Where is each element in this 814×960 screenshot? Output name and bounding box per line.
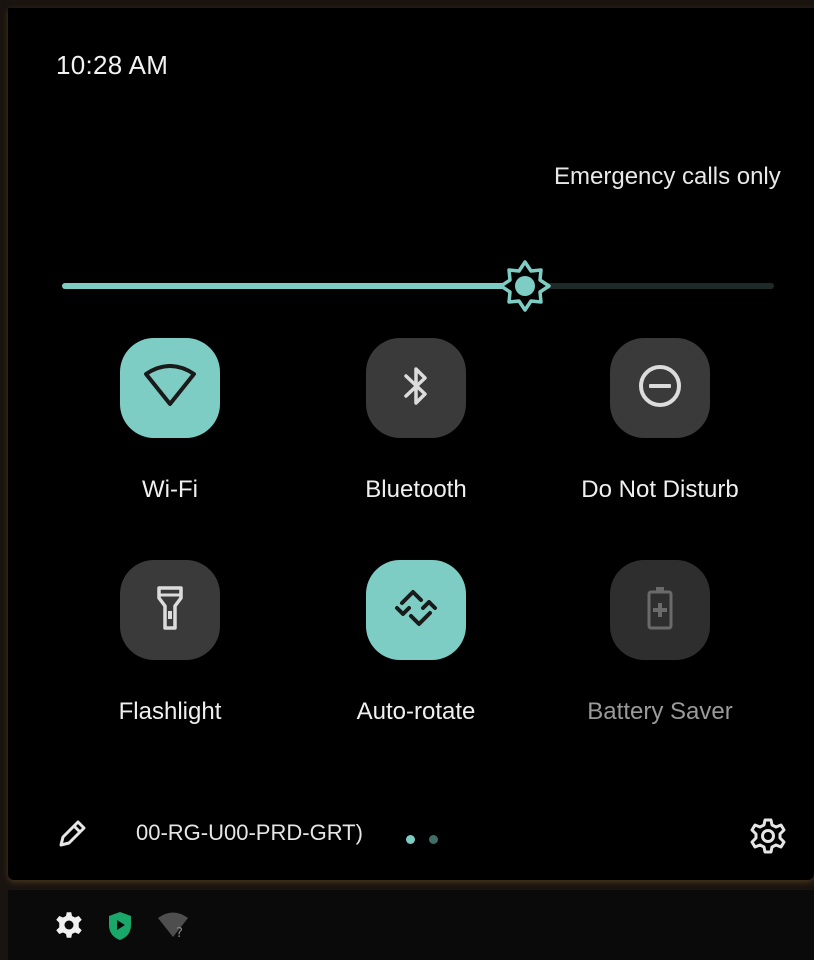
wifi-icon	[142, 363, 198, 413]
bluetooth-icon	[401, 362, 431, 415]
page-dot	[429, 835, 439, 844]
auto-rotate-toggle[interactable]	[366, 560, 466, 660]
settings-icon[interactable]	[748, 816, 788, 856]
shield-play-icon	[106, 910, 134, 947]
page-indicator	[406, 831, 448, 849]
flashlight-toggle[interactable]	[120, 560, 220, 660]
flashlight-icon	[154, 584, 186, 637]
brightness-slider[interactable]	[62, 258, 774, 314]
tile-label: Wi-Fi	[142, 476, 198, 503]
tile-bluetooth[interactable]: Bluetooth	[306, 338, 526, 504]
tile-label: Bluetooth	[365, 476, 467, 503]
tile-auto-rotate[interactable]: Auto-rotate	[306, 560, 526, 726]
carrier-status-text: Emergency calls only	[554, 163, 781, 190]
quick-settings-panel: 10:28 AM Emergency calls only Wi-Fi Blue…	[8, 8, 814, 880]
tile-label: Do Not Disturb	[581, 476, 739, 503]
svg-text:?: ?	[176, 926, 183, 940]
do-not-disturb-icon	[636, 362, 684, 415]
wifi-toggle[interactable]	[120, 338, 220, 438]
battery-saver-icon	[646, 584, 674, 637]
do-not-disturb-toggle[interactable]	[610, 338, 710, 438]
tile-label: Flashlight	[118, 698, 222, 725]
wifi-unknown-icon: ?	[156, 910, 190, 945]
battery-saver-toggle[interactable]	[610, 560, 710, 660]
tile-flashlight[interactable]: Flashlight	[60, 560, 280, 726]
tile-do-not-disturb[interactable]: Do Not Disturb	[550, 338, 770, 504]
tile-wifi[interactable]: Wi-Fi	[60, 338, 280, 504]
tile-label: Auto-rotate	[356, 698, 476, 725]
brightness-icon[interactable]	[497, 258, 553, 314]
status-bar: ?	[8, 890, 814, 960]
tile-battery-saver[interactable]: Battery Saver	[550, 560, 770, 726]
edit-icon[interactable]	[54, 816, 90, 852]
page-dot-active	[406, 835, 415, 844]
clock: 10:28 AM	[56, 50, 169, 80]
tile-label: Battery Saver	[587, 698, 733, 725]
network-name: 00-RG-U00-PRD-GRT)	[136, 820, 363, 845]
brightness-track-fill	[62, 283, 525, 289]
settings-icon	[54, 910, 84, 945]
carrier-status: Emergency calls only	[554, 163, 786, 191]
bluetooth-toggle[interactable]	[366, 338, 466, 438]
auto-rotate-icon	[391, 583, 441, 638]
